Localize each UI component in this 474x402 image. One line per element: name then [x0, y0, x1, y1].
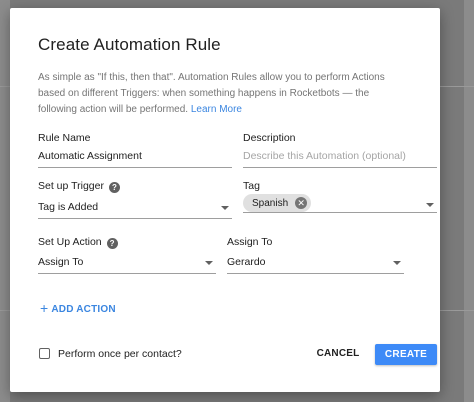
- help-icon[interactable]: ?: [106, 238, 118, 249]
- tag-chip: Spanish ✕: [243, 194, 312, 212]
- tag-select[interactable]: Spanish ✕: [243, 194, 437, 213]
- backdrop-right: [464, 0, 474, 402]
- dialog-description: As simple as "If this, then that". Autom…: [38, 70, 408, 118]
- chevron-down-icon: [205, 261, 213, 265]
- rule-name-input[interactable]: Automatic Assignment: [38, 145, 232, 168]
- chevron-down-icon: [393, 261, 401, 265]
- trigger-value: Tag is Added: [38, 201, 99, 213]
- description-input[interactable]: [243, 145, 437, 168]
- chevron-down-icon: [221, 206, 229, 210]
- backdrop-left: [0, 0, 10, 402]
- help-icon[interactable]: ?: [108, 182, 120, 193]
- action-select[interactable]: Assign To: [38, 251, 216, 274]
- dialog-title: Create Automation Rule: [38, 35, 221, 54]
- plus-icon: +: [40, 300, 49, 316]
- action-value: Assign To: [38, 256, 84, 268]
- tag-label: Tag: [243, 180, 260, 192]
- tag-chip-label: Spanish: [252, 197, 289, 209]
- create-button[interactable]: CREATE: [375, 344, 437, 365]
- action-label-text: Set Up Action: [38, 236, 102, 248]
- assign-to-select[interactable]: Gerardo: [227, 251, 404, 274]
- description-input-box[interactable]: [243, 147, 437, 165]
- backdrop-divider: [0, 86, 10, 87]
- trigger-label: Set up Trigger?: [38, 180, 120, 193]
- assign-to-label: Assign To: [227, 236, 273, 248]
- action-label: Set Up Action?: [38, 236, 118, 249]
- trigger-label-text: Set up Trigger: [38, 180, 104, 192]
- trigger-select[interactable]: Tag is Added: [38, 196, 232, 219]
- add-action-button[interactable]: + ADD ACTION: [40, 300, 116, 316]
- perform-once-checkbox[interactable]: [39, 348, 50, 359]
- close-icon[interactable]: ✕: [295, 197, 308, 209]
- backdrop-divider: [440, 310, 474, 311]
- backdrop-divider: [440, 86, 474, 87]
- chevron-down-icon: [426, 203, 434, 207]
- cancel-button[interactable]: CANCEL: [314, 343, 362, 365]
- assign-to-value: Gerardo: [227, 256, 266, 268]
- add-action-label: ADD ACTION: [51, 304, 116, 315]
- rule-name-value: Automatic Assignment: [38, 150, 142, 162]
- automation-rule-dialog: Create Automation Rule As simple as "If …: [10, 8, 440, 392]
- backdrop-divider: [0, 310, 10, 311]
- rule-name-label: Rule Name: [38, 132, 91, 144]
- learn-more-link[interactable]: Learn More: [191, 104, 242, 115]
- perform-once-label: Perform once per contact?: [58, 348, 182, 360]
- description-label: Description: [243, 132, 296, 144]
